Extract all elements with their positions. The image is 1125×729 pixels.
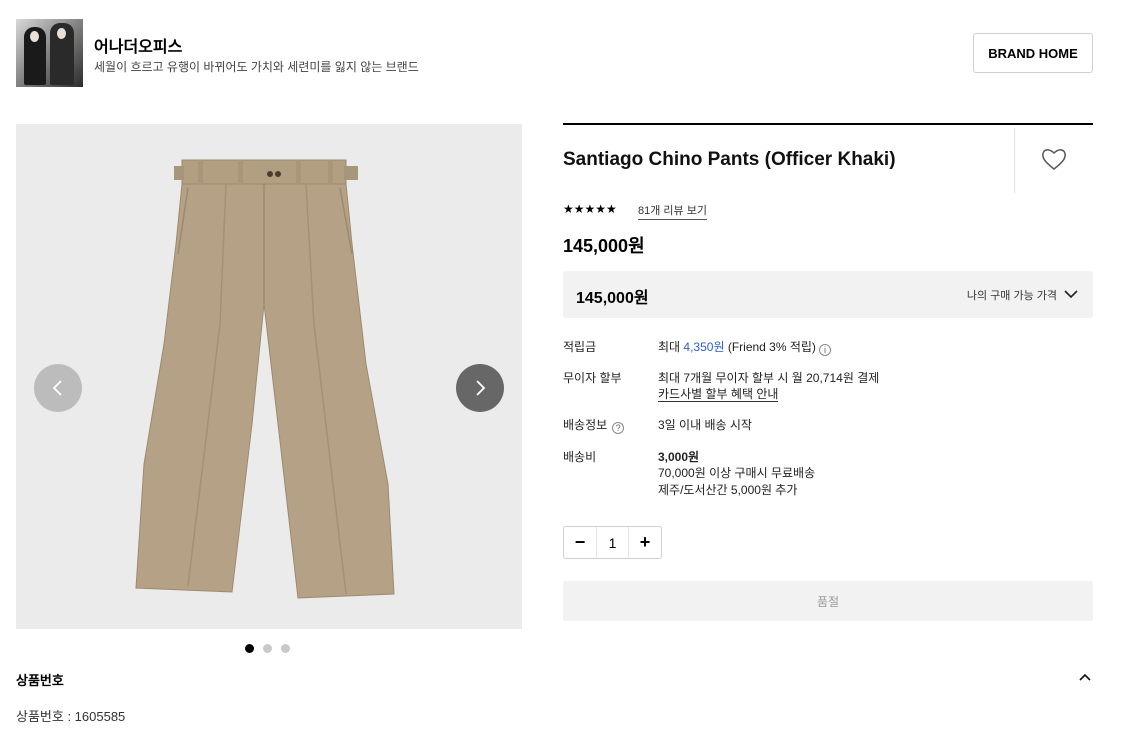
chevron-right-icon (476, 380, 486, 396)
gallery-dot[interactable] (263, 644, 272, 653)
delivery-info-value: 3일 이내 배송 시작 (658, 418, 752, 432)
points-value: 최대 4,350원 (Friend 3% 적립) i (658, 338, 831, 356)
heart-icon (1042, 149, 1066, 170)
product-image (135, 159, 395, 599)
divider (563, 123, 1093, 125)
shipping-fee-label: 배송비 (563, 450, 597, 464)
chevron-left-icon (52, 380, 62, 396)
wishlist-button[interactable] (1040, 146, 1068, 172)
purchasable-price-dropdown[interactable]: 145,000원 나의 구매 가능 가격 (563, 271, 1093, 318)
gallery-dot[interactable] (281, 644, 290, 653)
installment-label: 무이자 할부 (563, 371, 622, 385)
free-shipping-text: 70,000원 이상 구매시 무료배송 (658, 466, 816, 480)
help-icon[interactable]: ? (612, 422, 625, 434)
info-icon[interactable]: i (818, 344, 831, 356)
installment-text: 최대 7개월 무이자 할부 시 월 20,714원 결제 (658, 371, 880, 385)
gallery-next-button[interactable] (456, 364, 504, 412)
gallery-pagination (245, 644, 290, 653)
rating-stars: ★★★★★ (563, 202, 617, 216)
product-number-section-title[interactable]: 상품번호 (16, 670, 64, 689)
product-number-value: 상품번호 : 1605585 (16, 709, 126, 724)
points-suffix: (Friend 3% 적립) (724, 340, 816, 354)
quantity-decrease-button[interactable]: − (564, 527, 596, 558)
review-link[interactable]: 81개 리뷰 보기 (638, 202, 707, 220)
quantity-input[interactable]: 1 (596, 527, 629, 558)
points-amount: 4,350원 (683, 340, 725, 354)
quantity-stepper: − 1 + (563, 526, 662, 559)
quantity-increase-button[interactable]: + (629, 527, 661, 558)
gallery-prev-button[interactable] (34, 364, 82, 412)
chevron-up-icon[interactable] (1078, 670, 1092, 684)
points-label: 적립금 (563, 340, 597, 354)
points-prefix: 최대 (658, 340, 684, 354)
gallery-dot[interactable] (245, 644, 254, 653)
brand-name[interactable]: 어나더오피스 (94, 33, 182, 57)
product-price: 145,000원 (563, 236, 645, 256)
brand-description: 세월이 흐르고 유행이 바뀌어도 가치와 세련미를 잃지 않는 브랜드 (94, 60, 419, 74)
brand-home-button[interactable]: BRAND HOME (973, 33, 1093, 73)
product-title: Santiago Chino Pants (Officer Khaki) (563, 149, 896, 170)
delivery-info-label-text: 배송정보 (563, 418, 608, 432)
soldout-button[interactable]: 품절 (563, 581, 1093, 621)
shipping-fee-amount: 3,000원 (658, 450, 700, 464)
card-installment-link[interactable]: 카드사별 할부 혜택 안내 (658, 387, 779, 402)
remote-area-text: 제주/도서산간 5,000원 추가 (658, 483, 798, 497)
divider (1014, 128, 1015, 193)
price-box-price: 145,000원 (576, 290, 649, 307)
chevron-down-icon (1064, 290, 1078, 299)
product-image-gallery[interactable] (16, 124, 522, 629)
price-box-label: 나의 구매 가능 가격 (966, 290, 1057, 302)
brand-logo[interactable] (16, 19, 83, 87)
delivery-info-label: 배송정보? (563, 416, 625, 434)
